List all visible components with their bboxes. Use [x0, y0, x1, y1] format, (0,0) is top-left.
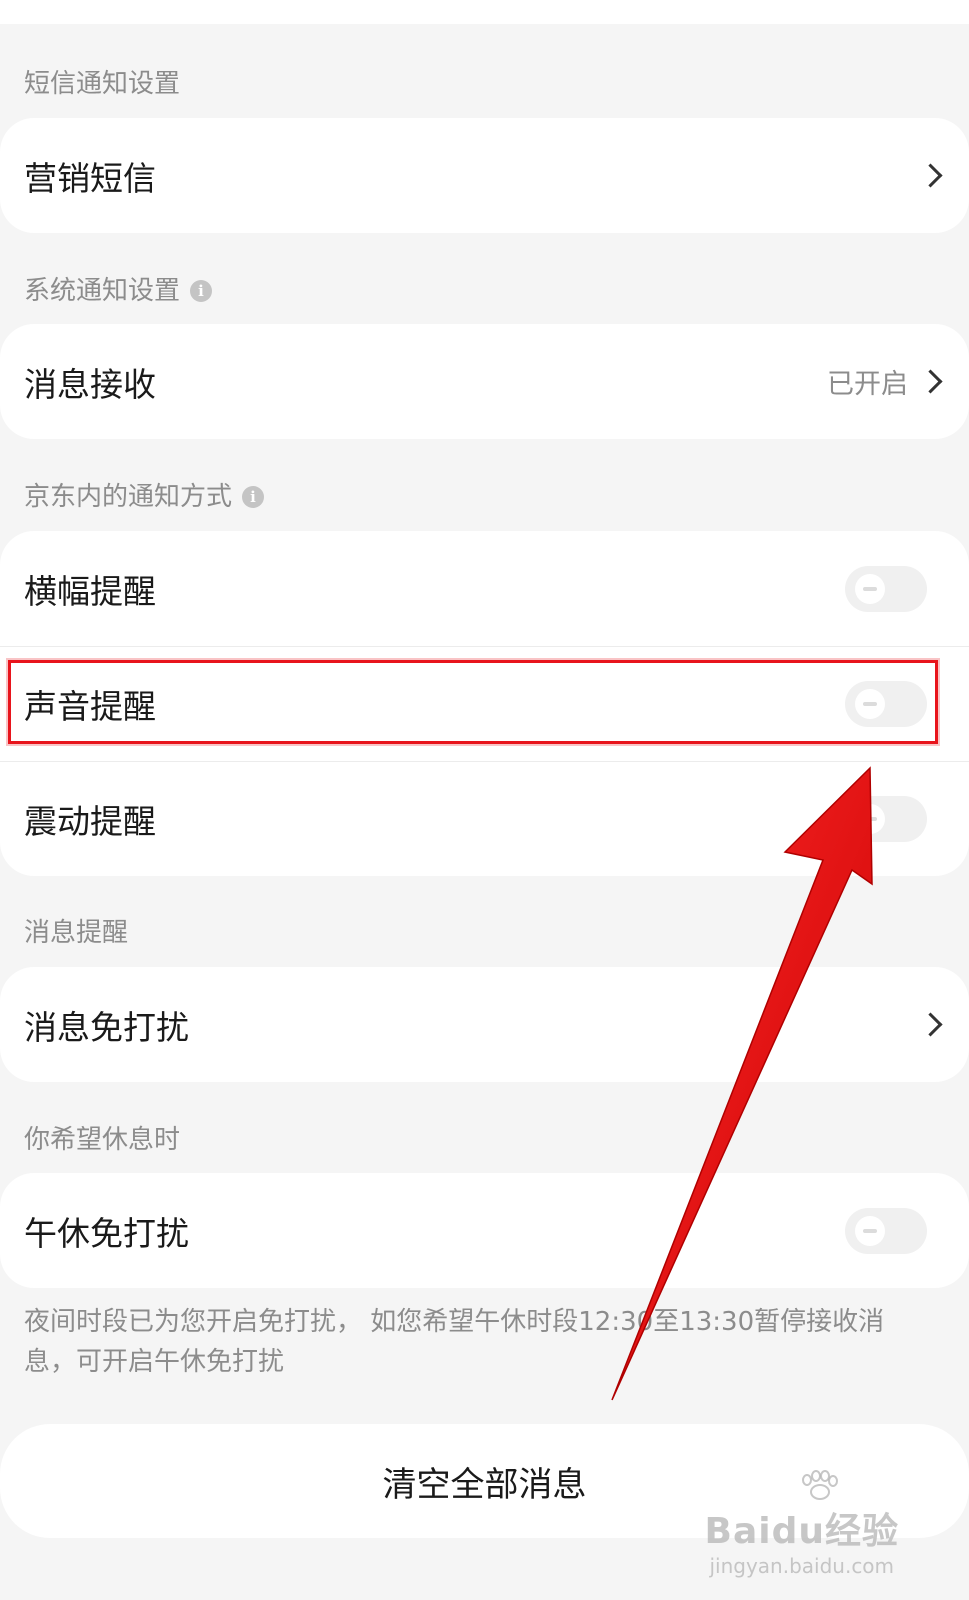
section-label-reminder: 消息提醒: [24, 913, 128, 953]
section-label-rest: 你希望休息时: [24, 1120, 180, 1160]
row-label: 消息接收: [24, 364, 156, 404]
section-label-inapp: 京东内的通知方式 i: [24, 477, 265, 517]
section-title-inapp: 京东内的通知方式: [24, 482, 233, 512]
section-label-sms: 短信通知设置: [24, 64, 180, 104]
toggle-knob: [855, 1215, 885, 1246]
paw-logo-icon: [802, 1470, 838, 1500]
vibration-toggle[interactable]: [845, 796, 927, 842]
row-label: 营销短信: [24, 158, 156, 198]
watermark-sub: jingyan.baidu.com: [709, 1554, 895, 1578]
info-icon[interactable]: i: [242, 486, 265, 508]
toggle-knob: [855, 573, 885, 604]
section-title-rest: 你希望休息时: [24, 1125, 181, 1155]
row-value: 已开启: [827, 369, 908, 400]
card-system: 消息接收 已开启: [0, 324, 969, 439]
row-label: 午休免打扰: [24, 1213, 189, 1253]
section-title-sms: 短信通知设置: [24, 69, 181, 99]
row-marketing-sms[interactable]: 营销短信: [0, 118, 969, 233]
toggle-knob: [855, 804, 885, 834]
row-message-receive[interactable]: 消息接收 已开启: [0, 324, 969, 439]
section-title-reminder: 消息提醒: [24, 918, 129, 948]
row-label: 消息免打扰: [24, 1007, 189, 1047]
top-strip: [0, 0, 969, 24]
row-vibration-reminder: 震动提醒: [0, 761, 969, 876]
section-title-system: 系统通知设置: [24, 276, 181, 306]
watermark-main: Baidu经验: [704, 1511, 899, 1552]
card-sms: 营销短信: [0, 118, 969, 233]
card-rest: 午休免打扰: [0, 1173, 969, 1288]
banner-toggle[interactable]: [845, 565, 927, 612]
row-do-not-disturb[interactable]: 消息免打扰: [0, 967, 969, 1082]
section-label-system: 系统通知设置 i: [24, 271, 213, 311]
chevron-right-icon: [918, 369, 943, 394]
row-banner-reminder: 横幅提醒: [0, 531, 969, 646]
watermark: Baidu经验 jingyan.baidu.com: [705, 1502, 899, 1578]
row-nap-do-not-disturb: 午休免打扰: [0, 1173, 969, 1288]
info-icon[interactable]: i: [190, 280, 213, 302]
row-label: 震动提醒: [24, 802, 156, 841]
rest-footnote: 夜间时段已为您开启免打扰， 如您希望午休时段12:30至13:30暂停接收消息，…: [24, 1307, 885, 1377]
row-label: 横幅提醒: [24, 571, 156, 611]
nap-toggle[interactable]: [845, 1207, 927, 1254]
card-reminder: 消息免打扰: [0, 967, 969, 1082]
chevron-right-icon: [918, 163, 943, 188]
highlight-box: [8, 660, 938, 744]
chevron-right-icon: [918, 1012, 943, 1037]
